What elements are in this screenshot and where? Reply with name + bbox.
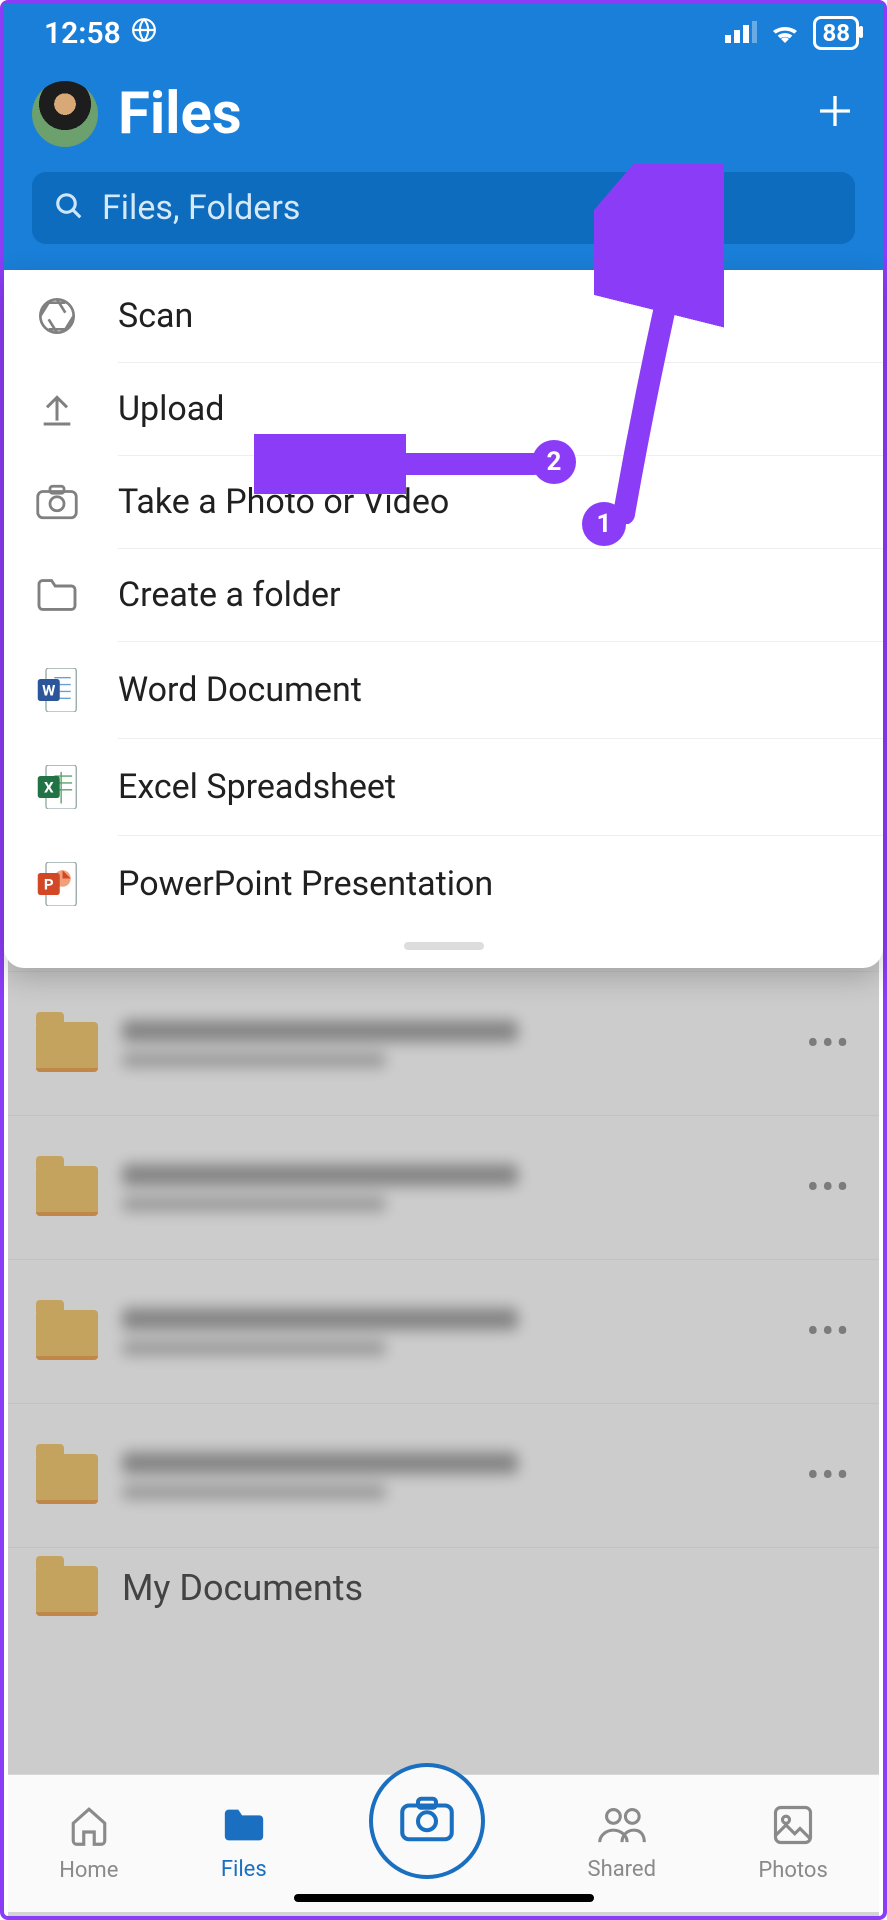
tab-home[interactable]: Home bbox=[59, 1804, 118, 1883]
menu-item-excel[interactable]: X Excel Spreadsheet bbox=[4, 739, 883, 835]
tab-label: Photos bbox=[758, 1858, 827, 1883]
menu-item-label: Excel Spreadsheet bbox=[118, 767, 396, 807]
home-indicator[interactable] bbox=[294, 1894, 594, 1902]
create-menu-sheet: Scan Upload Take a Photo or Video Create… bbox=[4, 270, 883, 968]
upload-icon bbox=[32, 389, 82, 429]
cellular-icon bbox=[725, 16, 757, 51]
search-placeholder: Files, Folders bbox=[102, 188, 300, 228]
avatar[interactable] bbox=[32, 81, 98, 147]
camera-icon bbox=[400, 1796, 454, 1846]
menu-item-label: Upload bbox=[118, 389, 224, 429]
tab-label: Home bbox=[59, 1858, 118, 1883]
camera-icon bbox=[32, 484, 82, 520]
tab-camera[interactable] bbox=[369, 1763, 485, 1879]
powerpoint-icon: P bbox=[32, 862, 82, 906]
svg-text:X: X bbox=[44, 779, 54, 797]
menu-item-label: PowerPoint Presentation bbox=[118, 864, 493, 904]
annotation-arrow-2 bbox=[254, 434, 554, 494]
menu-item-label: Word Document bbox=[118, 670, 362, 710]
home-icon bbox=[68, 1804, 110, 1852]
page-title: Files bbox=[118, 80, 795, 148]
menu-item-create-folder[interactable]: Create a folder bbox=[4, 549, 883, 641]
tab-label: Files bbox=[221, 1857, 267, 1882]
excel-icon: X bbox=[32, 765, 82, 809]
menu-item-powerpoint[interactable]: P PowerPoint Presentation bbox=[4, 836, 883, 932]
sheet-grabber[interactable] bbox=[404, 942, 484, 950]
tab-bar: Home Files Shared Photos bbox=[8, 1774, 879, 1912]
menu-item-label: Create a folder bbox=[118, 575, 341, 615]
wifi-icon bbox=[769, 16, 801, 51]
tab-photos[interactable]: Photos bbox=[758, 1804, 827, 1883]
tab-label: Shared bbox=[588, 1857, 656, 1882]
globe-icon bbox=[131, 16, 157, 51]
svg-text:P: P bbox=[44, 876, 54, 894]
search-input[interactable]: Files, Folders bbox=[32, 172, 855, 244]
folder-icon bbox=[221, 1805, 267, 1851]
people-icon bbox=[598, 1805, 646, 1851]
image-icon bbox=[772, 1804, 814, 1852]
menu-item-word[interactable]: W Word Document bbox=[4, 642, 883, 738]
aperture-icon bbox=[32, 296, 82, 336]
menu-item-label: Scan bbox=[118, 296, 193, 336]
menu-item-scan[interactable]: Scan bbox=[4, 270, 883, 362]
tab-shared[interactable]: Shared bbox=[588, 1805, 656, 1882]
modal-scrim[interactable] bbox=[8, 872, 879, 1916]
battery-indicator: 88 bbox=[813, 16, 859, 50]
word-icon: W bbox=[32, 668, 82, 712]
search-icon bbox=[54, 191, 84, 225]
folder-icon bbox=[32, 577, 82, 613]
add-button[interactable] bbox=[815, 86, 855, 143]
svg-text:W: W bbox=[42, 682, 55, 700]
annotation-arrow-1 bbox=[594, 164, 724, 524]
status-time: 12:58 bbox=[44, 16, 121, 51]
status-bar: 12:58 88 bbox=[4, 4, 883, 62]
tab-files[interactable]: Files bbox=[221, 1805, 267, 1882]
app-header: Files Files, Folders bbox=[4, 62, 883, 270]
